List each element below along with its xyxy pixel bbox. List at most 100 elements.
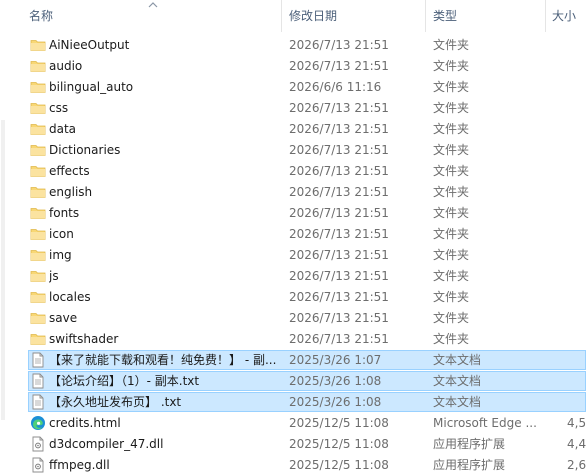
file-modified-date: 2026/7/13 21:51 xyxy=(289,290,389,304)
file-type: 文件夹 xyxy=(433,122,470,136)
column-divider[interactable] xyxy=(545,0,546,32)
column-header-type[interactable]: 类型 xyxy=(433,0,457,32)
file-row[interactable]: english 2026/7/13 21:51 文件夹 xyxy=(0,182,587,203)
file-size xyxy=(567,287,587,308)
file-size xyxy=(567,392,587,413)
file-row[interactable]: d3dcompiler_47.dll 2025/12/5 11:08 应用程序扩展 4… xyxy=(0,434,587,455)
folder-icon xyxy=(30,268,46,284)
folder-icon xyxy=(30,205,46,221)
file-name: effects xyxy=(49,164,90,178)
folder-icon xyxy=(30,163,46,179)
file-type: Microsoft Edge ... xyxy=(433,416,537,430)
file-name: AiNieeOutput xyxy=(49,38,130,52)
folder-icon xyxy=(30,226,46,242)
file-list-pane: 名称 修改日期 类型 大小 AiNieeOutput 2026/7/13 21:5… xyxy=(0,0,587,473)
file-name: bilingual_auto xyxy=(49,80,134,94)
column-header-size[interactable]: 大小 xyxy=(552,0,576,32)
file-row[interactable]: img 2026/7/13 21:51 文件夹 xyxy=(0,245,587,266)
file-modified-date: 2026/7/13 21:51 xyxy=(289,248,389,262)
file-name: 【论坛介绍】（1）- 副本.txt xyxy=(49,374,200,388)
dll-file-icon xyxy=(30,457,46,473)
text-file-icon xyxy=(30,373,46,389)
file-row[interactable]: save 2026/7/13 21:51 文件夹 xyxy=(0,308,587,329)
file-type: 文件夹 xyxy=(433,59,470,73)
folder-icon xyxy=(30,331,46,347)
file-row[interactable]: fonts 2026/7/13 21:51 文件夹 xyxy=(0,203,587,224)
file-type: 文件夹 xyxy=(433,248,470,262)
sort-ascending-icon xyxy=(148,2,158,8)
file-size xyxy=(567,329,587,350)
file-size: 4,4 xyxy=(567,437,587,451)
file-name: data xyxy=(49,122,77,136)
file-type: 文本文档 xyxy=(433,353,482,367)
file-size xyxy=(567,245,587,266)
file-size xyxy=(567,371,587,392)
file-modified-date: 2025/12/5 11:08 xyxy=(289,437,389,451)
file-modified-date: 2026/7/13 21:51 xyxy=(289,59,389,73)
file-row[interactable]: Dictionaries 2026/7/13 21:51 文件夹 xyxy=(0,140,587,161)
file-row[interactable]: credits.html 2025/12/5 11:08 Microsoft Edg… xyxy=(0,413,587,434)
folder-icon xyxy=(30,58,46,74)
file-modified-date: 2025/3/26 1:07 xyxy=(289,353,382,367)
file-row[interactable]: css 2026/7/13 21:51 文件夹 xyxy=(0,98,587,119)
file-size xyxy=(567,203,587,224)
file-type: 文件夹 xyxy=(433,143,470,157)
file-modified-date: 2026/6/6 11:16 xyxy=(289,80,382,94)
file-row[interactable]: effects 2026/7/13 21:51 文件夹 xyxy=(0,161,587,182)
column-header-bar: 名称 修改日期 类型 大小 xyxy=(0,0,587,32)
file-size xyxy=(567,224,587,245)
file-type: 文件夹 xyxy=(433,185,470,199)
file-row[interactable]: 【永久地址发布页】 .txt 2025/3/26 1:08 文本文档 xyxy=(0,392,587,413)
file-row[interactable]: 【论坛介绍】（1）- 副本.txt 2025/3/26 1:08 文本文档 xyxy=(0,371,587,392)
folder-icon xyxy=(30,310,46,326)
file-row[interactable]: AiNieeOutput 2026/7/13 21:51 文件夹 xyxy=(0,35,587,56)
file-modified-date: 2026/7/13 21:51 xyxy=(289,206,389,220)
folder-icon xyxy=(30,142,46,158)
file-row[interactable]: js 2026/7/13 21:51 文件夹 xyxy=(0,266,587,287)
file-type: 文本文档 xyxy=(433,374,482,388)
file-size xyxy=(567,119,587,140)
file-size xyxy=(567,308,587,329)
column-divider[interactable] xyxy=(425,0,426,32)
file-modified-date: 2026/7/13 21:51 xyxy=(289,38,389,52)
file-type: 文件夹 xyxy=(433,80,470,94)
file-row[interactable]: data 2026/7/13 21:51 文件夹 xyxy=(0,119,587,140)
file-modified-date: 2026/7/13 21:51 xyxy=(289,311,389,325)
file-name: fonts xyxy=(49,206,80,220)
file-name: js xyxy=(49,269,59,283)
file-row[interactable]: bilingual_auto 2026/6/6 11:16 文件夹 xyxy=(0,77,587,98)
folder-icon xyxy=(30,100,46,116)
file-type: 文本文档 xyxy=(433,395,482,409)
edge-icon xyxy=(30,415,46,431)
file-modified-date: 2026/7/13 21:51 xyxy=(289,227,389,241)
folder-icon xyxy=(30,289,46,305)
file-name: Dictionaries xyxy=(49,143,121,157)
file-name: locales xyxy=(49,290,91,304)
file-row[interactable]: icon 2026/7/13 21:51 文件夹 xyxy=(0,224,587,245)
file-row[interactable]: locales 2026/7/13 21:51 文件夹 xyxy=(0,287,587,308)
column-header-modified[interactable]: 修改日期 xyxy=(289,0,337,32)
folder-icon xyxy=(30,184,46,200)
file-modified-date: 2026/7/13 21:51 xyxy=(289,143,389,157)
file-modified-date: 2026/7/13 21:51 xyxy=(289,269,389,283)
file-type: 文件夹 xyxy=(433,290,470,304)
column-header-name[interactable]: 名称 xyxy=(29,0,53,32)
file-size xyxy=(567,350,587,371)
file-row[interactable]: audio 2026/7/13 21:51 文件夹 xyxy=(0,56,587,77)
file-type: 文件夹 xyxy=(433,164,470,178)
column-divider[interactable] xyxy=(281,0,282,32)
folder-icon xyxy=(30,37,46,53)
file-name: save xyxy=(49,311,78,325)
file-modified-date: 2026/7/13 21:51 xyxy=(289,101,389,115)
file-size xyxy=(567,161,587,182)
file-row[interactable]: 【来了就能下载和观看！纯免费！】 - 副... 2025/3/26 1:07 文本文… xyxy=(0,350,587,371)
file-modified-date: 2025/12/5 11:08 xyxy=(289,458,389,472)
text-file-icon xyxy=(30,394,46,410)
file-name: ffmpeg.dll xyxy=(49,458,110,472)
file-row[interactable]: ffmpeg.dll 2025/12/5 11:08 应用程序扩展 2,6 xyxy=(0,455,587,473)
file-type: 应用程序扩展 xyxy=(433,437,506,451)
file-modified-date: 2026/7/13 21:51 xyxy=(289,164,389,178)
file-name: css xyxy=(49,101,69,115)
file-size: 4,5 xyxy=(567,416,587,430)
file-row[interactable]: swiftshader 2026/7/13 21:51 文件夹 xyxy=(0,329,587,350)
